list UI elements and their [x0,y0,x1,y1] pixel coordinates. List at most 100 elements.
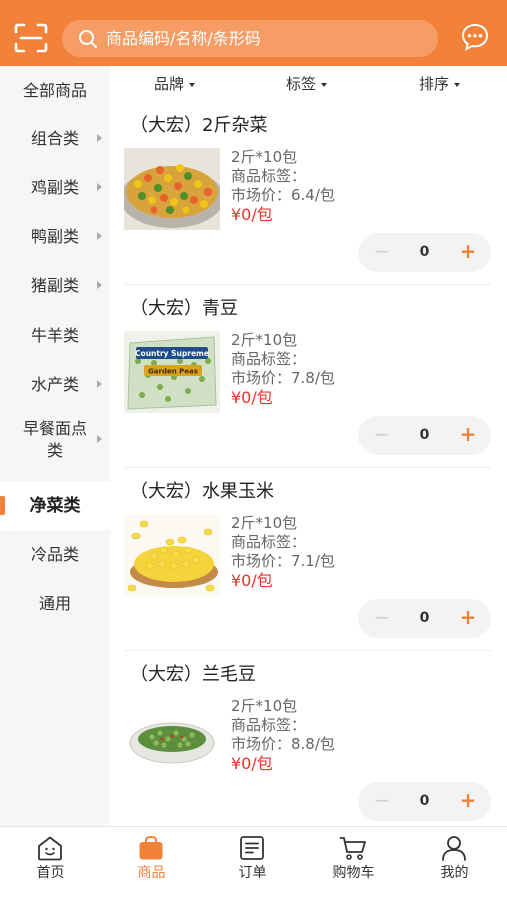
caret-down-icon [321,82,328,87]
product-name: （大宏）2斤杂菜 [130,115,268,136]
product-name: （大宏）兰毛豆 [130,664,256,685]
quantity-value: 0 [419,244,430,260]
tab-label: 我的 [440,865,469,881]
product-price: ¥0/包 [231,571,273,590]
product-image-edamame-plate [124,697,220,779]
quantity-value: 0 [419,427,430,443]
package-brand-text: Country Supreme [135,349,209,358]
sidebar-item-label: 冷品类 [30,544,79,564]
filter-sort[interactable]: 排序 [419,74,461,94]
chevron-right-icon [97,182,102,191]
chevron-right-icon [97,133,102,142]
product-image-sweet-corn [124,514,220,596]
filter-brand[interactable]: 品牌 [154,74,196,94]
cart-icon [339,837,366,860]
product-list: （大宏）2斤杂菜 2斤*10包 商品标签： 市场价：6.4/包 ¥0/包 − 0… [110,102,507,826]
sidebar-item-breakfast[interactable]: 早餐面点类 [0,409,110,471]
sidebar-item-combo[interactable]: 组合类 [0,114,110,163]
tab-label: 首页 [36,865,65,881]
filter-tag-label: 标签 [286,75,317,93]
product-tag: 商品标签： [231,167,307,185]
sidebar-item-label: 早餐面点类 [22,419,87,460]
sidebar-item-pork[interactable]: 猪副类 [0,261,110,310]
sidebar-item-label: 猪副类 [30,275,79,295]
product-tag: 商品标签： [231,533,307,551]
chevron-right-icon [97,435,102,443]
product-tag: 商品标签： [231,716,307,734]
caret-down-icon [189,82,196,87]
decrease-button[interactable]: − [370,599,394,638]
quantity-stepper: − 0 + [358,416,491,455]
tab-products[interactable]: 商品 [101,827,202,900]
product-name: （大宏）水果玉米 [130,481,274,502]
search-icon [79,30,97,48]
tab-cart[interactable]: 购物车 [303,827,404,900]
product-spec: 2斤*10包 [231,148,298,166]
increase-button[interactable]: + [456,233,480,272]
user-icon [442,836,466,861]
increase-button[interactable]: + [456,782,480,821]
bag-icon [139,835,163,860]
home-icon [38,836,62,861]
sidebar-item-label: 水产类 [30,374,79,394]
product-price: ¥0/包 [231,388,273,407]
tab-label: 商品 [137,865,166,881]
increase-button[interactable]: + [456,416,480,455]
quantity-stepper: − 0 + [358,599,491,638]
quantity-stepper: − 0 + [358,233,491,272]
product-price: ¥0/包 [231,205,273,224]
sidebar-item-general[interactable]: 通用 [0,579,110,628]
product-card[interactable]: （大宏）青豆 Country Supreme Garden Peas 2斤*10… [110,285,507,468]
search-input[interactable]: 商品编码/名称/条形码 [62,20,438,57]
tab-label: 订单 [238,865,267,881]
product-card[interactable]: （大宏）2斤杂菜 2斤*10包 商品标签： 市场价：6.4/包 ¥0/包 − 0… [110,102,507,285]
quantity-stepper: − 0 + [358,782,491,821]
filter-tag[interactable]: 标签 [286,74,328,94]
tab-home[interactable]: 首页 [0,827,101,900]
sidebar-item-label: 通用 [38,593,71,613]
sidebar-item-beef-lamb[interactable]: 牛羊类 [0,311,110,360]
product-card[interactable]: （大宏）兰毛豆 2斤*10包 商品标签： 市场价：8.8/包 ¥0/包 − 0 … [110,651,507,826]
increase-button[interactable]: + [456,599,480,638]
decrease-button[interactable]: − [370,782,394,821]
sidebar-item-frozen[interactable]: 冷品类 [0,530,110,579]
category-sidebar: 全部商品 组合类 鸡副类 鸭副类 猪副类 牛羊类 水产类 早餐面点类 净菜类 冷… [0,66,110,826]
sidebar-item-label: 鸡副类 [30,177,79,197]
filter-sort-label: 排序 [419,75,450,93]
product-card[interactable]: （大宏）水果玉米 2斤*10包 商品标签： 市场价：7.1/包 ¥0/包 − 0… [110,468,507,651]
product-name: （大宏）青豆 [130,298,238,319]
sidebar-item-chicken[interactable]: 鸡副类 [0,163,110,212]
chevron-right-icon [97,231,102,240]
chevron-right-icon [97,280,102,289]
message-icon[interactable] [460,22,490,52]
sidebar-item-label: 净菜类 [29,495,81,516]
sidebar-item-label: 牛羊类 [30,325,79,345]
sidebar-item-all[interactable]: 全部商品 [0,66,110,115]
product-image-mixed-vegetables [124,148,220,230]
active-indicator [0,496,5,515]
chevron-right-icon [97,379,102,388]
package-product-text: Garden Peas [148,368,198,376]
product-spec: 2斤*10包 [231,514,298,532]
sidebar-item-label: 组合类 [30,128,79,148]
sidebar-item-label: 全部商品 [22,80,87,100]
product-spec: 2斤*10包 [231,697,298,715]
product-market-price: 市场价：7.8/包 [231,369,335,387]
product-market-price: 市场价：7.1/包 [231,552,335,570]
scan-icon[interactable] [14,23,48,53]
product-price: ¥0/包 [231,754,273,773]
quantity-value: 0 [419,793,430,809]
sidebar-item-duck[interactable]: 鸭副类 [0,212,110,261]
sidebar-item-label: 鸭副类 [30,226,79,246]
filter-bar: 品牌 标签 排序 [110,66,507,102]
decrease-button[interactable]: − [370,233,394,272]
tab-orders[interactable]: 订单 [202,827,303,900]
quantity-value: 0 [419,610,430,626]
product-market-price: 市场价：8.8/包 [231,735,335,753]
sidebar-item-prepared-veg[interactable]: 净菜类 [0,481,110,530]
sidebar-item-seafood[interactable]: 水产类 [0,360,110,409]
decrease-button[interactable]: − [370,416,394,455]
caret-down-icon [454,82,461,87]
product-spec: 2斤*10包 [231,331,298,349]
tab-mine[interactable]: 我的 [404,827,505,900]
